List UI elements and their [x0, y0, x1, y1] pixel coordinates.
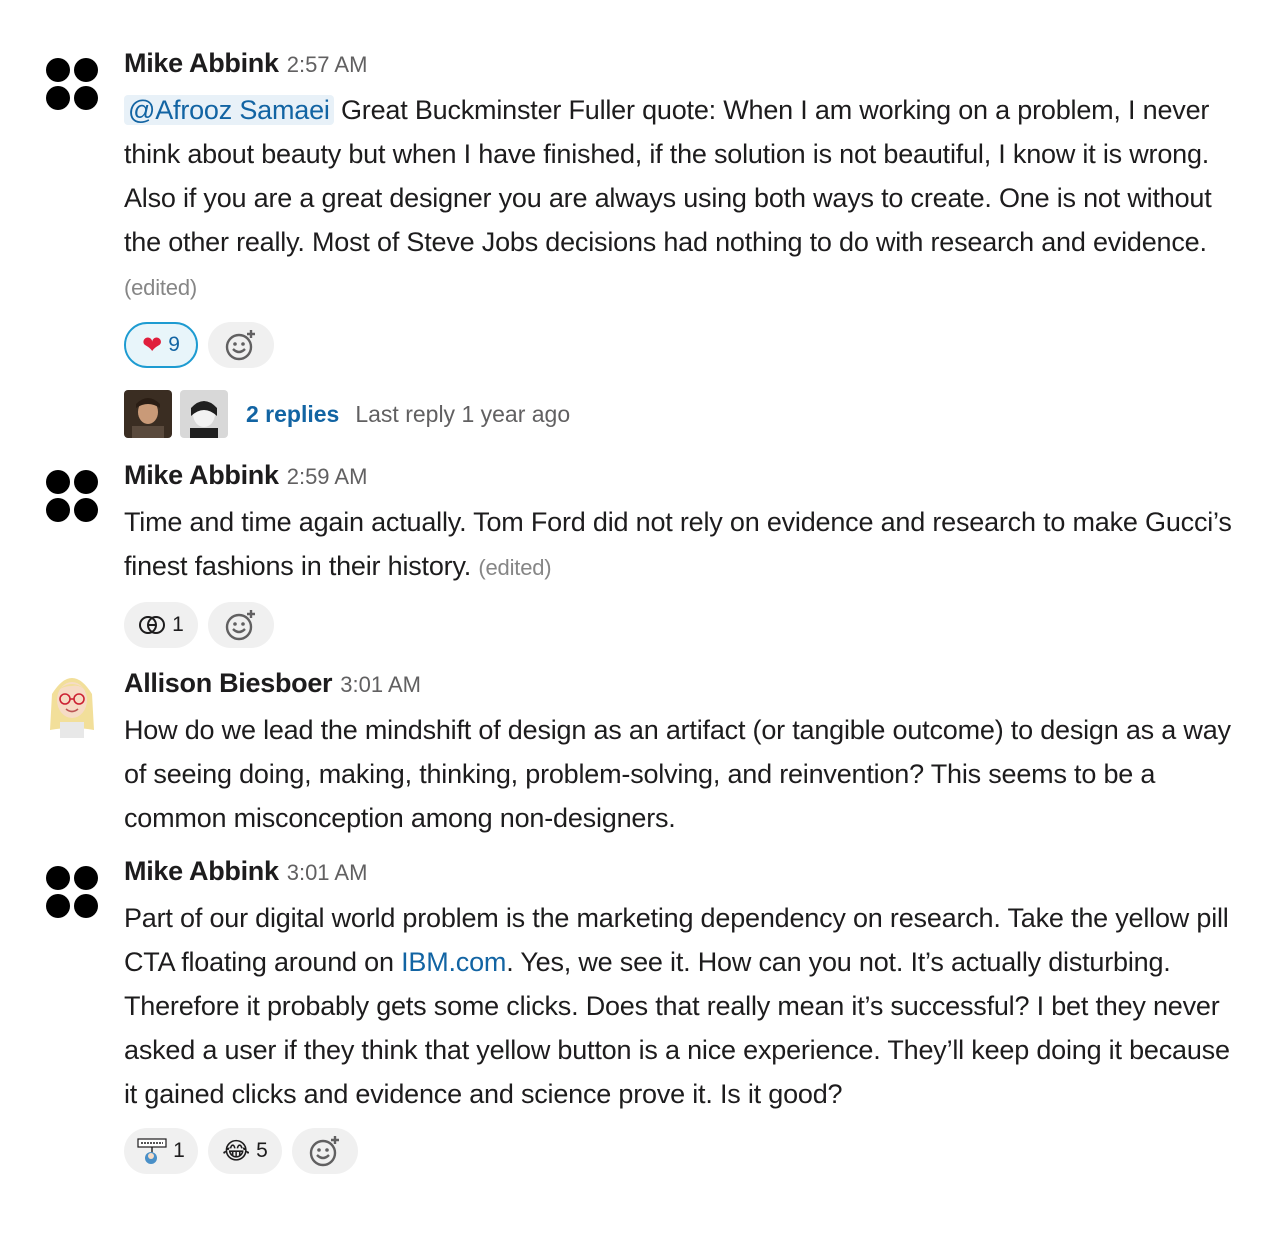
avatar[interactable]: [46, 866, 98, 918]
add-reaction-icon: [225, 330, 255, 361]
gucci-logo-icon: [139, 616, 166, 634]
author-name[interactable]: Allison Biesboer: [124, 668, 333, 699]
reaction-heart[interactable]: ❤ 9: [124, 322, 198, 368]
author-name[interactable]: Mike Abbink: [124, 856, 279, 887]
timestamp[interactable]: 2:57 AM: [287, 52, 368, 78]
reply-avatar: [180, 390, 228, 438]
reactions: 1 😂 5: [124, 1128, 1244, 1174]
joy-icon: 😂: [222, 1137, 251, 1165]
timestamp[interactable]: 3:01 AM: [340, 672, 421, 698]
add-reaction-button[interactable]: [208, 322, 274, 368]
thank-you-icon: [137, 1138, 167, 1164]
avatar[interactable]: [44, 668, 100, 738]
add-reaction-button[interactable]: [208, 602, 274, 648]
reactions: 1: [124, 602, 1244, 648]
message-text: Time and time again actually. Tom Ford d…: [124, 507, 1232, 581]
ibm-link[interactable]: IBM.com: [401, 947, 506, 977]
user-mention[interactable]: @Afrooz Samaei: [124, 95, 334, 125]
author-name[interactable]: Mike Abbink: [124, 48, 279, 79]
heart-icon: ❤: [142, 331, 163, 359]
edited-label: (edited): [478, 555, 552, 580]
thread-summary[interactable]: 2 replies Last reply 1 year ago: [124, 390, 1244, 438]
add-reaction-button[interactable]: [292, 1128, 358, 1174]
author-name[interactable]: Mike Abbink: [124, 460, 279, 491]
add-reaction-icon: [309, 1136, 339, 1167]
timestamp[interactable]: 2:59 AM: [287, 464, 368, 490]
reaction-thank-you[interactable]: 1: [124, 1128, 198, 1174]
add-reaction-icon: [225, 610, 255, 641]
avatar[interactable]: [46, 470, 98, 522]
replies-link[interactable]: 2 replies: [246, 401, 339, 428]
reaction-gucci[interactable]: 1: [124, 602, 198, 648]
avatar[interactable]: [46, 58, 98, 110]
last-reply-time: Last reply 1 year ago: [355, 400, 571, 427]
message-text: How do we lead the mindshift of design a…: [124, 715, 1231, 833]
timestamp[interactable]: 3:01 AM: [287, 860, 368, 886]
reaction-joy[interactable]: 😂 5: [208, 1128, 282, 1174]
edited-label: (edited): [124, 275, 197, 300]
message-text: @Afrooz Samaei Great Buckminster Fuller …: [124, 95, 1212, 300]
message-text: Part of our digital world problem is the…: [124, 903, 1230, 1109]
reactions: ❤ 9: [124, 322, 1244, 368]
reply-avatar: [124, 390, 172, 438]
